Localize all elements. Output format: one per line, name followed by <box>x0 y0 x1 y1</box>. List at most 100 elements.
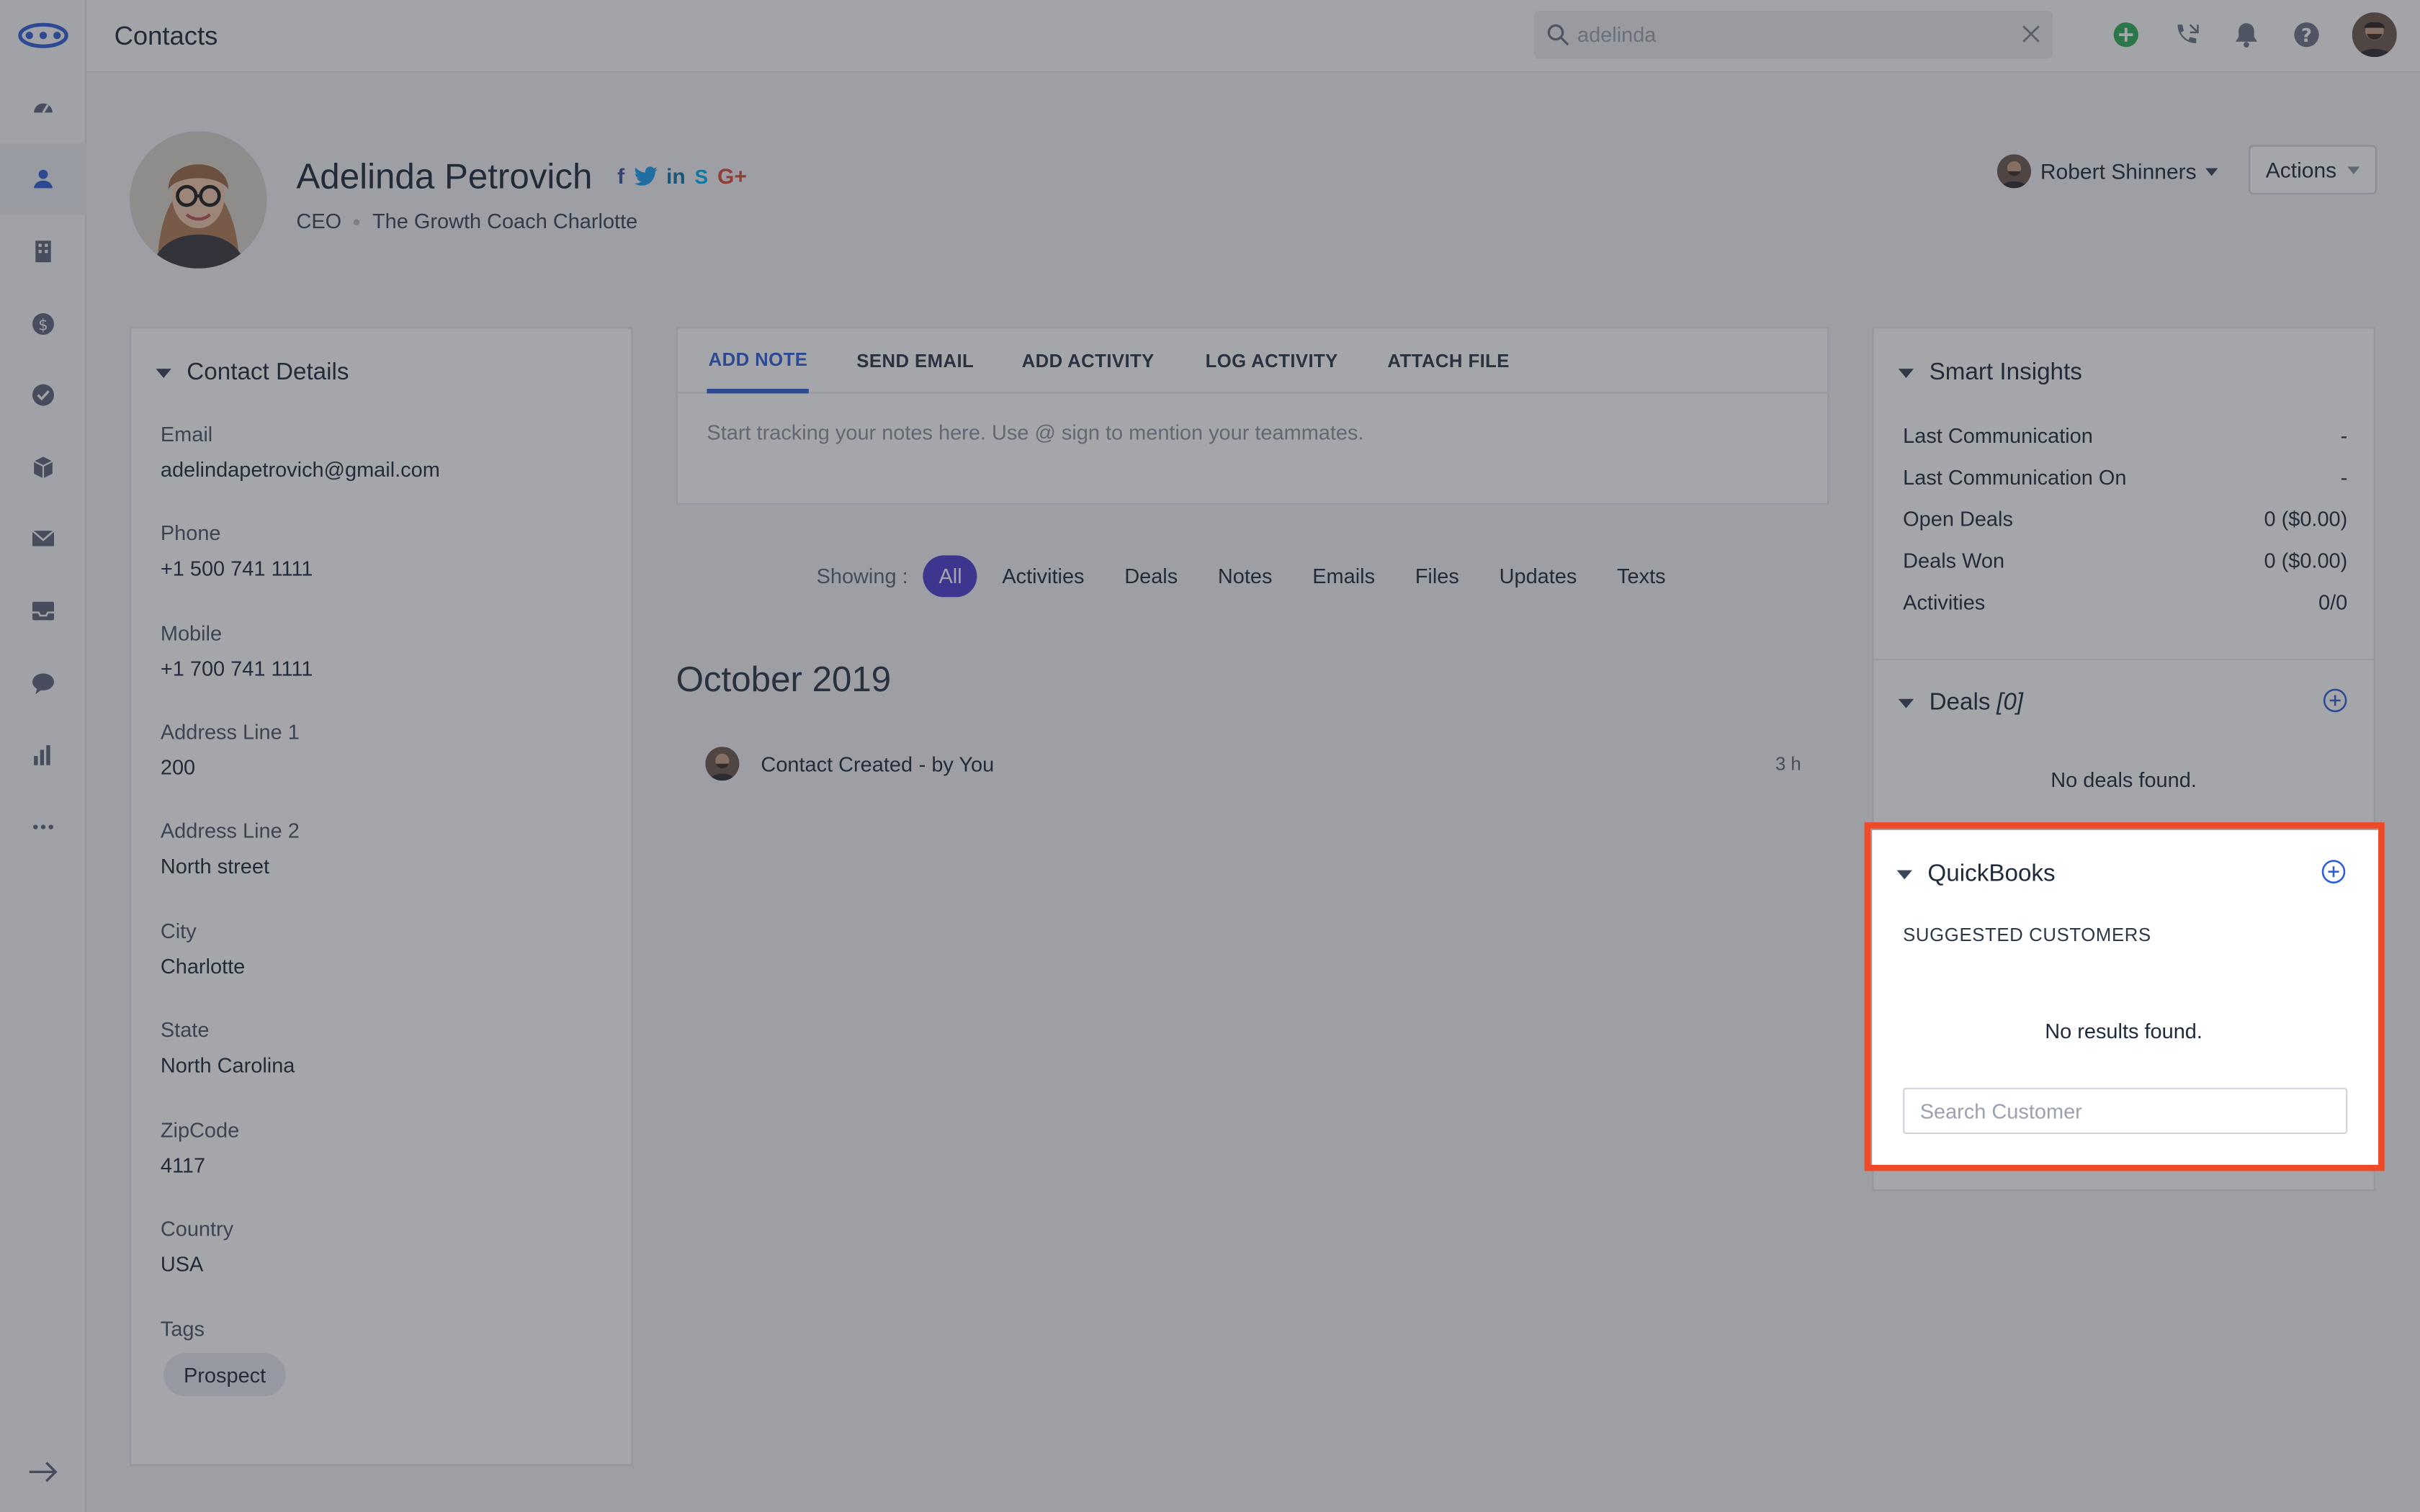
social-links: f in S G+ <box>617 163 747 188</box>
filter-notes[interactable]: Notes <box>1202 555 1287 597</box>
chevron-down-icon <box>2347 166 2360 174</box>
tab-attach-file[interactable]: ATTACH FILE <box>1387 328 1509 393</box>
contact-company[interactable]: The Growth Coach Charlotte <box>372 210 637 233</box>
field-phone: Phone +1 500 741 1111 <box>161 521 313 580</box>
field-state: State North Carolina <box>161 1018 295 1076</box>
tasks-icon[interactable] <box>0 359 86 431</box>
actions-button[interactable]: Actions <box>2249 145 2377 194</box>
collapse-caret-icon <box>156 369 171 378</box>
deals-header[interactable]: Deals [0] <box>1898 689 2024 718</box>
timeline-filter: Showing : All Activities Deals Notes Ema… <box>817 555 1681 598</box>
svg-text:?: ? <box>2301 25 2312 47</box>
field-label: Mobile <box>160 621 223 645</box>
contact-title: CEO <box>296 210 342 233</box>
insight-row: Last Communication On - <box>1903 466 2347 489</box>
tab-add-activity[interactable]: ADD ACTIVITY <box>1022 328 1155 393</box>
phone-icon[interactable] <box>2172 20 2201 50</box>
app-logo-icon[interactable] <box>17 19 70 53</box>
field-value[interactable]: North street <box>161 855 300 878</box>
search-input[interactable] <box>1577 11 2009 59</box>
entry-avatar <box>705 747 740 781</box>
field-value[interactable]: 200 <box>161 756 300 779</box>
note-input[interactable]: Start tracking your notes here. Use @ si… <box>707 421 1363 444</box>
section-title: Smart Insights <box>1929 359 2082 386</box>
page-title: Contacts <box>114 22 218 51</box>
field-value[interactable]: Charlotte <box>161 955 245 978</box>
smart-insights-header[interactable]: Smart Insights <box>1898 359 2082 387</box>
contacts-icon[interactable] <box>0 143 86 215</box>
field-value[interactable]: 4117 <box>161 1154 239 1177</box>
entry-author: - by You <box>918 752 995 775</box>
dashboard-icon[interactable] <box>0 73 86 144</box>
insight-value: - <box>2340 424 2348 448</box>
products-icon[interactable] <box>0 432 86 503</box>
field-mobile: Mobile +1 700 741 1111 <box>161 622 313 680</box>
top-bar: Contacts ? <box>86 0 2420 73</box>
tab-log-activity[interactable]: LOG ACTIVITY <box>1206 328 1338 393</box>
collapse-caret-icon <box>1898 698 1914 708</box>
help-icon[interactable]: ? <box>2292 20 2321 50</box>
contact-name: Adelinda Petrovich <box>296 156 593 197</box>
add-icon[interactable] <box>2111 20 2141 50</box>
filter-activities[interactable]: Activities <box>987 555 1100 597</box>
google-plus-icon[interactable]: G+ <box>717 163 747 188</box>
field-value[interactable]: USA <box>161 1253 233 1276</box>
field-address-line-2: Address Line 2 North street <box>161 819 300 878</box>
tag-chip[interactable]: Prospect <box>163 1353 287 1397</box>
linkedin-icon[interactable]: in <box>666 163 686 188</box>
actions-label: Actions <box>2265 157 2337 182</box>
filter-updates[interactable]: Updates <box>1484 555 1592 597</box>
filter-deals[interactable]: Deals <box>1109 555 1193 597</box>
filter-all[interactable]: All <box>923 555 978 598</box>
field-zipcode: ZipCode 4117 <box>161 1119 239 1177</box>
clear-search-icon[interactable] <box>2020 23 2042 45</box>
insight-label: Activities <box>1903 590 1986 614</box>
facebook-icon[interactable]: f <box>617 163 624 188</box>
entry-title: Contact Created <box>761 752 913 775</box>
contact-details-header[interactable]: Contact Details <box>156 359 349 387</box>
chevron-down-icon <box>2205 167 2218 176</box>
section-title: Contact Details <box>187 359 349 386</box>
composer-tabs: ADD NOTE SEND EMAIL ADD ACTIVITY LOG ACT… <box>677 328 1828 394</box>
twitter-icon[interactable] <box>634 166 658 186</box>
field-address-line-1: Address Line 1 200 <box>161 721 300 779</box>
timeline-entry[interactable]: Contact Created - by You 3 h <box>705 745 1801 782</box>
filter-files[interactable]: Files <box>1399 555 1474 597</box>
user-avatar[interactable] <box>2352 12 2397 58</box>
field-label: Address Line 1 <box>160 720 300 744</box>
add-deal-icon[interactable] <box>2323 688 2347 713</box>
email-icon[interactable] <box>0 503 86 575</box>
companies-icon[interactable] <box>0 216 86 287</box>
tab-add-note[interactable]: ADD NOTE <box>707 328 810 394</box>
field-label: Tags <box>160 1318 205 1341</box>
highlight-frame <box>1864 822 2385 1171</box>
more-icon[interactable] <box>0 791 86 863</box>
chat-icon[interactable] <box>0 648 86 719</box>
field-tags: Tags <box>161 1318 205 1341</box>
field-label: Phone <box>160 521 221 545</box>
expand-sidebar-icon[interactable] <box>0 1444 86 1500</box>
global-search[interactable] <box>1534 11 2053 59</box>
insight-value: 0 ($0.00) <box>2264 508 2348 531</box>
owner-name: Robert Shinners <box>2040 158 2197 184</box>
field-value[interactable]: North Carolina <box>161 1054 295 1077</box>
reports-icon[interactable] <box>0 719 86 791</box>
note-composer: ADD NOTE SEND EMAIL ADD ACTIVITY LOG ACT… <box>676 327 1829 505</box>
field-value[interactable]: +1 500 741 1111 <box>161 557 313 580</box>
skype-icon[interactable]: S <box>695 164 709 187</box>
tab-send-email[interactable]: SEND EMAIL <box>856 328 974 393</box>
field-label: Address Line 2 <box>160 819 300 842</box>
deals-count: [0] <box>1996 689 2024 716</box>
filter-emails[interactable]: Emails <box>1297 555 1391 597</box>
field-label: ZipCode <box>160 1118 240 1142</box>
deals-icon[interactable]: $ <box>0 289 86 360</box>
insight-row: Activities 0/0 <box>1903 591 2347 614</box>
owner-selector[interactable]: Robert Shinners <box>1996 154 2218 189</box>
field-value[interactable]: adelindapetrovich@gmail.com <box>161 458 440 481</box>
filter-texts[interactable]: Texts <box>1602 555 1681 597</box>
sidebar: $ <box>0 0 86 1512</box>
notifications-bell-icon[interactable] <box>2232 20 2262 50</box>
field-value[interactable]: +1 700 741 1111 <box>161 657 313 680</box>
field-country: Country USA <box>161 1218 233 1276</box>
inbox-icon[interactable] <box>0 575 86 647</box>
